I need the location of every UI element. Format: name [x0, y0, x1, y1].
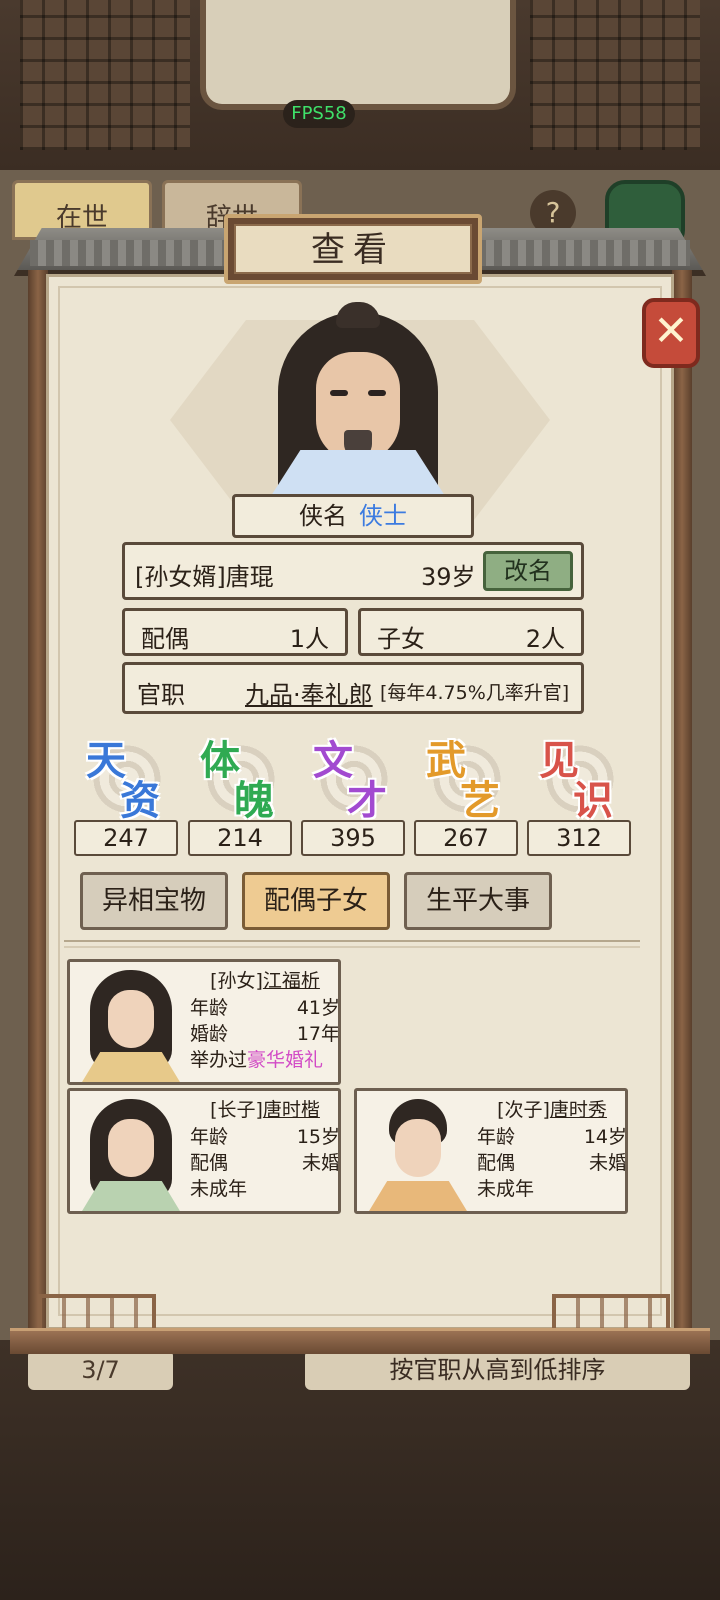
avatar [76, 1095, 186, 1211]
marriage-length-label: 婚龄 [190, 1023, 229, 1045]
attr-literary-value: 395 [301, 820, 405, 856]
pillar-left [28, 270, 48, 1340]
window-lattice-left [20, 0, 190, 150]
attr-physique-value: 214 [188, 820, 292, 856]
bg-pager: 3/7 [28, 1350, 173, 1390]
tab-life-events[interactable]: 生平大事 [404, 872, 552, 930]
section-divider [64, 940, 640, 948]
hero-title-key: 侠名 [299, 502, 347, 530]
attr-literary: 文 才 395 [301, 728, 405, 856]
name-row: [孙女婿]唐琨 39岁 改名 [122, 542, 584, 600]
tab-treasures[interactable]: 异相宝物 [80, 872, 228, 930]
spouse-count: 1人 [289, 625, 329, 653]
child2-age: 14岁 [583, 1126, 627, 1148]
child-card-eldest[interactable]: [长子]唐时楷 年龄 15岁 配偶 未婚 未成年 [67, 1088, 341, 1214]
spouse-card[interactable]: [孙女]江福析 年龄 41岁 婚龄 17年 举办过 豪华婚礼 [67, 959, 341, 1085]
child2-status: 未成年 [477, 1178, 535, 1200]
spouse-count-box: 配偶 1人 [122, 608, 348, 656]
tab-spouse-children[interactable]: 配偶子女 [242, 872, 390, 930]
close-icon: ✕ [653, 306, 689, 355]
character-portrait [258, 300, 458, 496]
children-label: 子女 [377, 625, 425, 653]
spouse-relation: [孙女] [210, 970, 263, 992]
promotion-chance: [每年4.75%几率升官] [380, 682, 570, 704]
wall-painting [200, 0, 516, 110]
child2-spouse-label: 配偶 [477, 1152, 516, 1174]
attr-physique: 体 魄 214 [188, 728, 292, 856]
spouse-age: 41岁 [296, 997, 340, 1019]
attr-literary-char2: 才 [347, 777, 387, 824]
character-age: 39岁 [421, 563, 476, 591]
child2-age-label: 年龄 [477, 1126, 516, 1148]
hero-title-value: 侠士 [359, 502, 407, 530]
attr-martial-char2: 艺 [460, 777, 500, 824]
child2-name: 唐时秀 [549, 1099, 607, 1121]
child1-name: 唐时楷 [262, 1099, 320, 1121]
avatar [363, 1095, 473, 1211]
wedding-type: 豪华婚礼 [247, 1049, 324, 1071]
attr-martial: 武 艺 267 [414, 728, 518, 856]
child1-marital-status: 未婚 [301, 1152, 340, 1174]
bg-sort-button: 按官职从高到低排序 [305, 1350, 690, 1390]
wedding-prefix: 举办过 [190, 1049, 248, 1071]
character-name: [孙女婿]唐琨 [135, 563, 274, 591]
rail-left [38, 1294, 156, 1330]
attr-knowledge-value: 312 [527, 820, 631, 856]
pillar-right [672, 270, 692, 1340]
dialog-title: 查看 [234, 224, 472, 274]
child1-spouse-label: 配偶 [190, 1152, 229, 1174]
fps-counter: FPS58 [283, 100, 355, 128]
attr-knowledge-char2: 识 [573, 777, 613, 824]
child2-marital-status: 未婚 [588, 1152, 627, 1174]
child1-status: 未成年 [190, 1178, 248, 1200]
spouse-name: 江福析 [262, 970, 320, 992]
attr-talent-value: 247 [74, 820, 178, 856]
spouse-age-label: 年龄 [190, 997, 229, 1019]
rename-button[interactable]: 改名 [483, 551, 573, 591]
hero-title-box: 侠名 侠士 [232, 494, 474, 538]
marriage-length: 17年 [296, 1023, 340, 1045]
child2-relation: [次子] [497, 1099, 550, 1121]
attr-knowledge: 见 识 312 [527, 728, 631, 856]
attr-talent-char2: 资 [120, 777, 160, 824]
attr-physique-char2: 魄 [234, 777, 274, 824]
child1-age: 15岁 [296, 1126, 340, 1148]
dialog-title-plaque: 查看 [224, 214, 482, 284]
children-count: 2人 [525, 625, 565, 653]
attr-talent: 天 资 247 [74, 728, 178, 856]
child-card-second[interactable]: [次子]唐时秀 年龄 14岁 配偶 未婚 未成年 [354, 1088, 628, 1214]
rank-value-link[interactable]: 九品·奉礼郎 [245, 675, 373, 710]
children-count-box: 子女 2人 [358, 608, 584, 656]
spouse-label: 配偶 [141, 625, 189, 653]
avatar [76, 966, 186, 1082]
rank-label: 官职 [137, 681, 185, 709]
child1-age-label: 年龄 [190, 1126, 229, 1148]
rail-right [552, 1294, 670, 1330]
attr-martial-value: 267 [414, 820, 518, 856]
child1-relation: [长子] [210, 1099, 263, 1121]
close-button[interactable]: ✕ [642, 298, 700, 368]
official-rank-box: 官职 九品·奉礼郎 [每年4.75%几率升官] [122, 662, 584, 714]
base-beam [10, 1328, 710, 1354]
window-lattice-right [530, 0, 700, 150]
